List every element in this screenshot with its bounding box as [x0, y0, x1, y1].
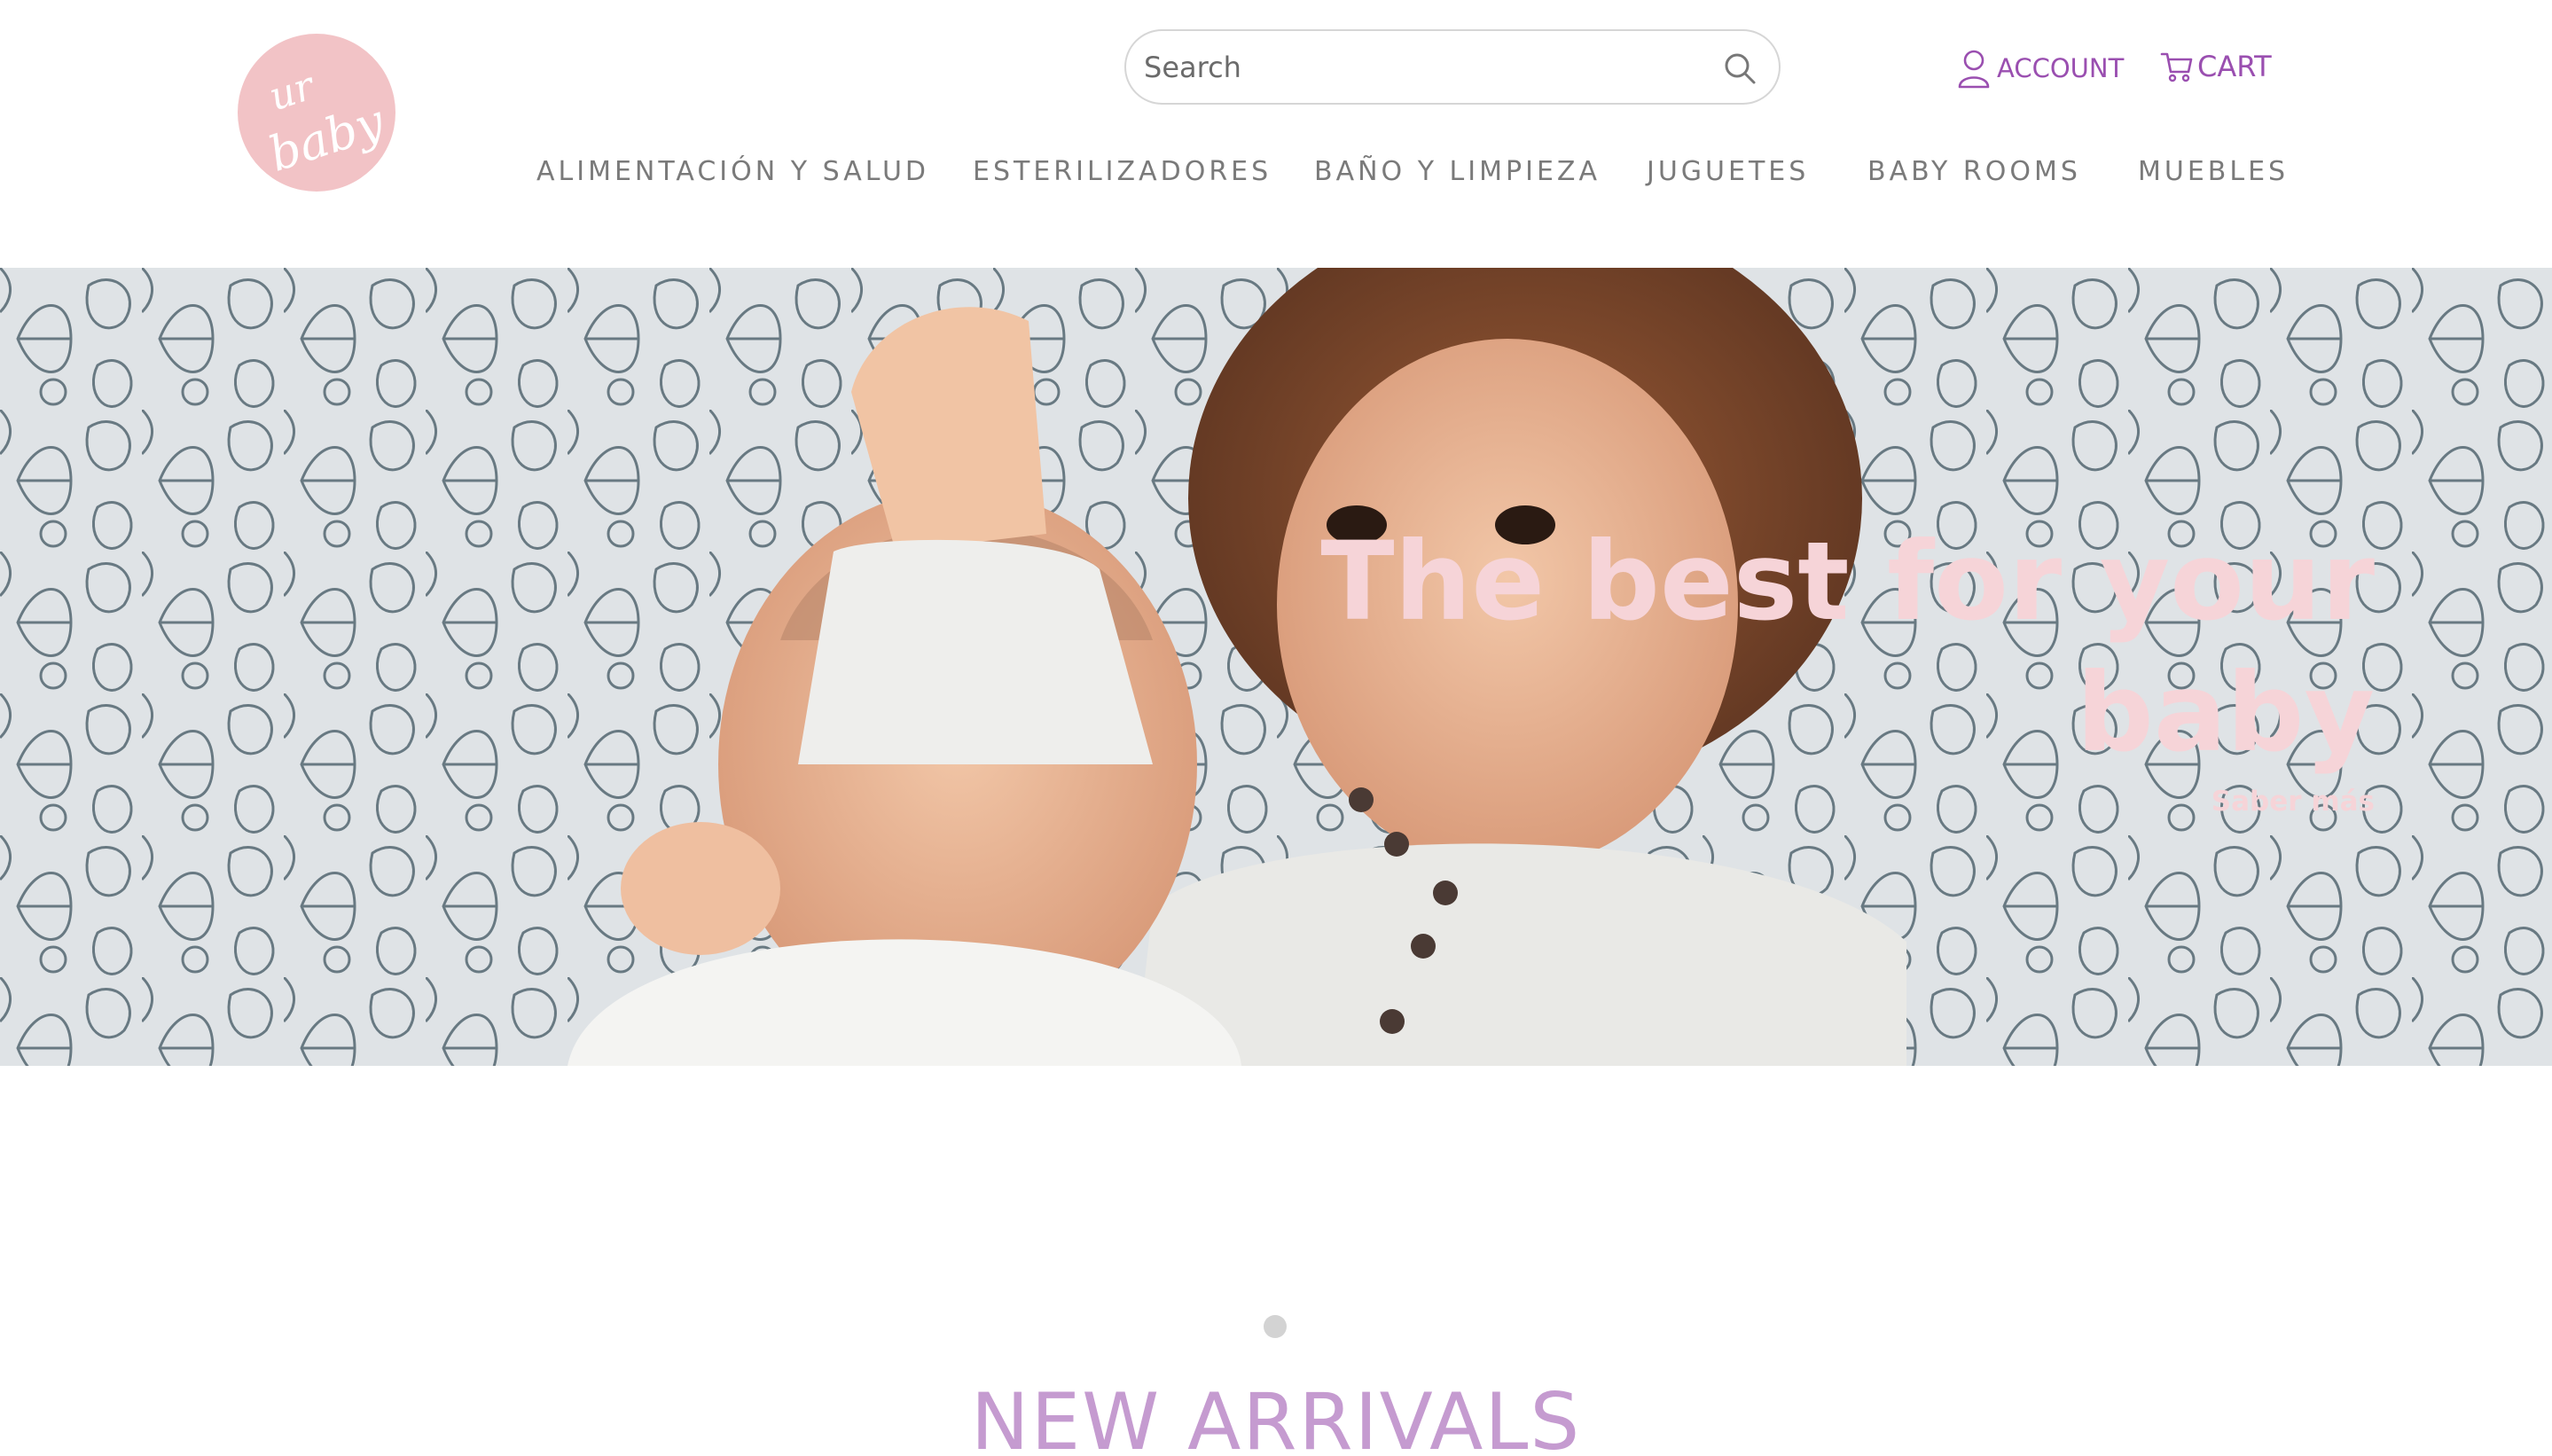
- account-link[interactable]: ACCOUNT: [1956, 46, 2124, 90]
- main-nav: ALIMENTACIÓN Y SALUD ESTERILIZADORES BAÑ…: [0, 156, 2552, 193]
- user-icon: [1958, 50, 1990, 89]
- account-label: ACCOUNT: [1997, 53, 2125, 83]
- carousel-dot[interactable]: [1264, 1315, 1287, 1338]
- cart-label: CART: [2197, 50, 2272, 83]
- search-input[interactable]: [1144, 45, 1694, 90]
- hero-cta-link[interactable]: Saber más: [2211, 786, 2375, 818]
- cart-icon: [2160, 52, 2193, 82]
- nav-item-bano-limpieza[interactable]: BAÑO Y LIMPIEZA: [1314, 156, 1601, 187]
- nav-item-alimentacion[interactable]: ALIMENTACIÓN Y SALUD: [536, 156, 929, 187]
- search-icon[interactable]: [1722, 51, 1757, 86]
- hero-banner: The best for your baby Saber más: [0, 268, 2552, 1066]
- nav-item-muebles[interactable]: MUEBLES: [2138, 156, 2289, 187]
- cart-link[interactable]: CART: [2160, 44, 2272, 89]
- search-bar: [1124, 29, 1781, 105]
- hero-title: The best for your baby: [1320, 519, 2375, 776]
- logo-text-ur: ur: [263, 63, 320, 121]
- nav-item-esterilizadores[interactable]: ESTERILIZADORES: [973, 156, 1272, 187]
- new-arrivals-title: NEW ARRIVALS: [970, 1376, 1582, 1456]
- nav-item-baby-rooms[interactable]: BABY ROOMS: [1867, 156, 2081, 187]
- nav-item-juguetes[interactable]: JUGUETES: [1647, 156, 1809, 187]
